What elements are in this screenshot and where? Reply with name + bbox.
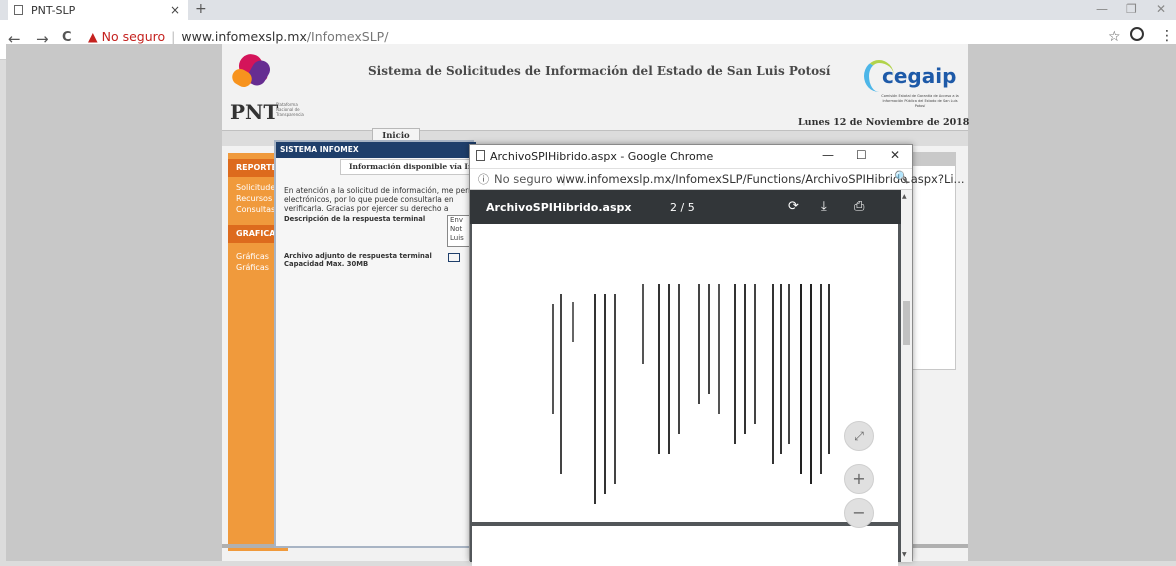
scan-text-line (744, 284, 746, 434)
scan-text-line (820, 284, 822, 474)
pnt-logo-subtitle: Plataforma Nacional de Transparencia (276, 102, 304, 117)
zoom-in-button[interactable]: + (844, 464, 874, 494)
pdf-scrollbar-thumb[interactable] (903, 301, 910, 345)
zoom-out-button[interactable]: − (844, 498, 874, 528)
print-icon[interactable]: ⎙ (854, 199, 864, 214)
attachment-capacity-label: Capacidad Max. 30MB (284, 260, 369, 268)
reload-button[interactable]: C (62, 30, 72, 45)
scroll-up-arrow[interactable]: ▲ (902, 193, 907, 200)
scan-text-line (718, 284, 720, 414)
account-icon[interactable] (1130, 27, 1144, 41)
scan-text-line (754, 284, 756, 424)
scan-text-line (668, 284, 670, 454)
sidebar-item[interactable]: Solicitudes (236, 183, 279, 192)
browser-tab[interactable]: PNT-SLP × (8, 0, 188, 20)
scan-text-line (734, 284, 736, 444)
attachment-label-line: Archivo adjunto de respuesta terminal (284, 252, 432, 260)
scan-text-line (708, 284, 710, 394)
page-icon (14, 5, 23, 15)
info-icon[interactable]: ⓘ (478, 171, 489, 187)
scan-text-line (658, 284, 660, 454)
pdf-popup-window: ArchivoSPIHibrido.aspx - Google Chrome —… (469, 144, 965, 566)
window-restore-button[interactable]: ❐ (1126, 2, 1137, 16)
fit-to-page-icon[interactable]: ⤢ (844, 421, 874, 451)
scan-text-line (698, 284, 700, 404)
infomex-modal: SISTEMA INFOMEX Información disponible v… (274, 140, 480, 548)
new-tab-button[interactable]: + (195, 1, 207, 17)
address-separator: | (171, 29, 176, 44)
popup-window-title: ArchivoSPIHibrido.aspx - Google Chrome (490, 150, 714, 163)
tab-close-icon[interactable]: × (170, 3, 180, 17)
scan-text-line (604, 294, 606, 494)
scan-text-line (552, 304, 554, 414)
scan-text-line (560, 294, 562, 474)
sidebar-item[interactable]: Gráficas (236, 263, 269, 272)
scan-text-line (810, 284, 812, 484)
url-domain: www.infomexslp.mx (181, 29, 307, 44)
popup-close-button[interactable]: ✕ (890, 148, 900, 162)
pdf-file-name: ArchivoSPIHibrido.aspx (486, 201, 632, 214)
url-path: /InfomexSLP/ (306, 29, 389, 44)
download-icon[interactable]: ⤓ (821, 199, 827, 214)
attachment-file-icon[interactable] (448, 253, 460, 262)
response-label: Descripción de la respuesta terminal (284, 215, 426, 223)
browser-menu-icon[interactable]: ⋮ (1160, 28, 1174, 44)
scan-text-line (788, 284, 790, 444)
scan-text-line (594, 294, 596, 504)
window-close-button[interactable]: ✕ (1156, 2, 1166, 16)
scan-text-line (642, 284, 644, 364)
pdf-page (472, 224, 898, 522)
address-bar[interactable]: ▲ No seguro | www.infomexslp.mx /Infomex… (88, 29, 388, 44)
scan-text-line (772, 284, 774, 464)
modal-message-line: electrónicos, por lo que puede consultar… (284, 195, 454, 204)
sidebar-item[interactable]: Consultas (236, 205, 275, 214)
popup-minimize-button[interactable]: — (822, 148, 834, 162)
rotate-icon[interactable]: ⟳ (788, 199, 799, 214)
site-title: Sistema de Solicitudes de Información de… (368, 64, 831, 78)
pdf-page (472, 526, 898, 566)
popup-maximize-button[interactable]: ☐ (856, 148, 867, 162)
window-minimize-button[interactable]: — (1096, 2, 1108, 16)
pnt-logo[interactable]: PNT Plataforma Nacional de Transparencia (229, 50, 322, 124)
tab-title: PNT-SLP (31, 3, 76, 17)
security-text: No seguro (494, 172, 553, 186)
scan-text-line (678, 284, 680, 434)
zoom-icon[interactable]: 🔍 (894, 170, 909, 184)
pdf-page-indicator: 2 / 5 (670, 201, 695, 214)
modal-message-line: verificarla. Gracias por ejercer su dere… (284, 204, 449, 213)
pnt-logo-text: PNT (230, 100, 279, 124)
modal-tab[interactable]: Información disponible vía Infomex (340, 159, 480, 175)
cegaip-tagline: Comisión Estatal de Garantía de Acceso a… (881, 94, 959, 108)
scan-text-line (828, 284, 830, 454)
scroll-down-arrow[interactable]: ▼ (902, 551, 907, 558)
warning-icon: ▲ (88, 29, 98, 44)
scan-text-line (572, 302, 574, 342)
scan-text-line (780, 284, 782, 454)
scan-text-line (800, 284, 802, 474)
security-label[interactable]: No seguro (102, 29, 166, 44)
sidebar-item[interactable]: Recursos (236, 194, 272, 203)
right-panel-header (912, 152, 956, 166)
modal-message-line: En atención a la solicitud de informació… (284, 186, 474, 195)
document-icon (476, 150, 485, 161)
attachment-label: Archivo adjunto de respuesta terminal Ca… (284, 252, 432, 268)
current-date: Lunes 12 de Noviembre de 2018 (798, 117, 970, 128)
bookmark-star-icon[interactable]: ☆ (1108, 29, 1121, 45)
cegaip-logo[interactable]: cegaip (882, 64, 956, 88)
modal-title: SISTEMA INFOMEX (276, 142, 476, 158)
pdf-scrollbar[interactable] (901, 190, 912, 562)
modal-message: En atención a la solicitud de informació… (284, 186, 474, 213)
scan-text-line (614, 294, 616, 484)
sidebar-item[interactable]: Gráficas (236, 252, 269, 261)
